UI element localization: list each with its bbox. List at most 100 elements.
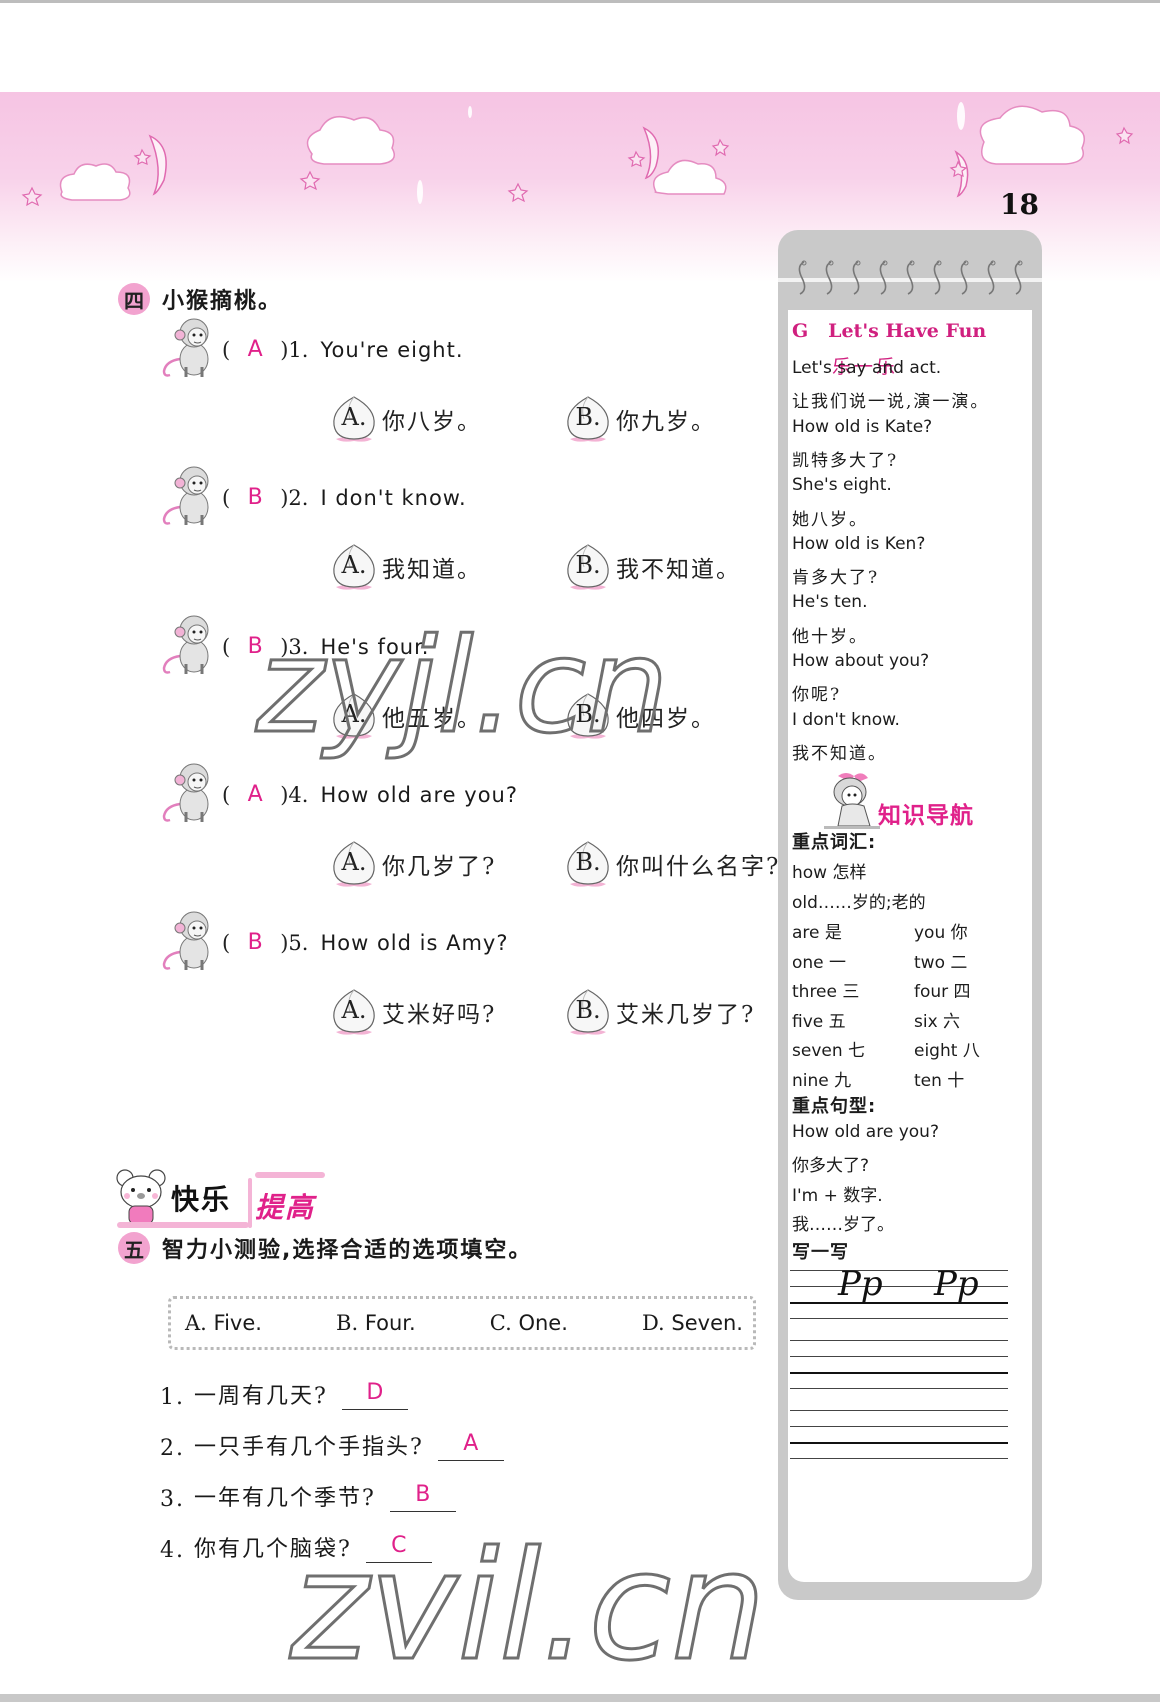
- question-row: (B) 2. I don't know.: [160, 463, 467, 532]
- option-letter: A.: [341, 848, 367, 876]
- option-a[interactable]: A. 我知道。: [328, 541, 482, 593]
- cloud-icon: [979, 105, 1085, 165]
- dialogue-line: He's ten.: [792, 592, 868, 613]
- heading-title: Let's Have Fun: [828, 320, 987, 342]
- vocab-item: seven 七: [792, 1041, 866, 1061]
- option-letter: B.: [575, 700, 601, 728]
- fill-item: 2. 一只手有几个手指头? A: [160, 1429, 504, 1461]
- option-a[interactable]: A. 你八岁。: [328, 393, 482, 445]
- option-letter: B.: [575, 403, 601, 431]
- answer-value[interactable]: B: [230, 634, 280, 659]
- vocab-item: five 五: [792, 1011, 846, 1032]
- spiral-ring-icon: [933, 260, 943, 296]
- handwriting-sample: Pp: [838, 1264, 883, 1304]
- monkey-icon: [160, 612, 222, 681]
- answer-blank[interactable]: D: [341, 1379, 408, 1410]
- vocab-item: are 是: [792, 923, 842, 943]
- option-b[interactable]: B. 你叫什么名字?: [562, 838, 780, 890]
- dialogue-translation: 让我们说一说,演一演。: [792, 392, 990, 413]
- spiral-ring-icon: [906, 260, 916, 296]
- open-paren: (: [222, 634, 231, 659]
- option-a[interactable]: A. 你几岁了?: [328, 838, 496, 890]
- monkey-icon: [160, 760, 222, 829]
- vocab-item: three 三: [792, 982, 860, 1002]
- answer-value[interactable]: B: [230, 930, 280, 955]
- answer-blank[interactable]: B: [389, 1481, 456, 1512]
- option-b[interactable]: B. 我不知道。: [562, 541, 741, 593]
- question-number: 3.: [288, 634, 309, 659]
- answer-value[interactable]: A: [230, 782, 280, 807]
- moon-icon: [642, 126, 659, 180]
- question-row: (A) 4. How old are you?: [160, 760, 518, 829]
- option-letter: B.: [575, 996, 601, 1024]
- open-paren: (: [222, 337, 231, 362]
- vocab-item: you 你: [914, 923, 968, 943]
- option-a[interactable]: A. 艾米好吗?: [328, 986, 496, 1038]
- option-text: 你九岁。: [616, 409, 716, 435]
- cloud-icon: [653, 159, 727, 195]
- section-title: 小猴摘桃。: [162, 289, 283, 314]
- sentence-heading: 重点句型:: [792, 1096, 877, 1117]
- question-number: 2.: [288, 485, 309, 510]
- vocab-item: eight 八: [914, 1041, 980, 1061]
- choice-item: C. One.: [489, 1311, 568, 1335]
- vocab-item: one 一: [792, 952, 847, 973]
- question-text: I don't know.: [320, 485, 467, 510]
- option-letter: A.: [341, 403, 367, 431]
- close-paren: ): [280, 634, 289, 659]
- spiral-ring-icon: [852, 260, 862, 296]
- peach-icon: B.: [562, 541, 614, 593]
- write-heading: 写一写: [792, 1242, 849, 1263]
- item-question: 一年有几个季节?: [194, 1486, 376, 1511]
- dialogue-line: How old is Kate?: [792, 416, 933, 437]
- close-paren: ): [280, 337, 289, 362]
- answer-value[interactable]: B: [230, 485, 280, 510]
- vocab-item: two 二: [914, 952, 968, 973]
- dialogue-translation: 你呢?: [792, 685, 842, 706]
- option-a[interactable]: A. 他五岁。: [328, 690, 482, 742]
- bottom-border: [0, 1694, 1160, 1702]
- vocab-item: six 六: [914, 1011, 961, 1032]
- option-text: 艾米几岁了?: [616, 1002, 756, 1028]
- dialogue-line: She's eight.: [792, 475, 892, 496]
- item-number: 2.: [160, 1436, 185, 1461]
- top-border: [0, 0, 1160, 3]
- choice-item: D. Seven.: [641, 1311, 743, 1335]
- item-number: 4.: [160, 1538, 185, 1563]
- sparkle-icon: [417, 180, 423, 204]
- peach-icon: B.: [562, 986, 614, 1038]
- option-text: 我不知道。: [616, 557, 741, 583]
- dialogue-translation: 肯多大了?: [792, 568, 880, 589]
- dialogue-line: Let's say and act.: [792, 358, 942, 378]
- heading-letter: G: [792, 320, 809, 342]
- dialogue-translation: 他十岁。: [792, 626, 868, 647]
- option-text: 你八岁。: [382, 409, 482, 435]
- peach-icon: B.: [562, 690, 614, 742]
- option-letter: B.: [575, 551, 601, 579]
- vocab-item: old……岁的;老的: [792, 893, 926, 913]
- sentence-pattern: How old are you?: [792, 1122, 939, 1142]
- peach-icon: A.: [328, 393, 380, 445]
- spiral-ring-icon: [960, 260, 970, 296]
- spiral-ring-icon: [879, 260, 889, 296]
- question-row: (B) 5. How old is Amy?: [160, 908, 508, 977]
- option-b[interactable]: B. 艾米几岁了?: [562, 986, 755, 1038]
- vocab-item: how 怎样: [792, 863, 867, 883]
- peach-icon: B.: [562, 838, 614, 890]
- peach-icon: A.: [328, 690, 380, 742]
- question-number: 5.: [288, 930, 309, 955]
- answer-blank[interactable]: C: [365, 1532, 432, 1563]
- vocab-item: nine 九: [792, 1070, 852, 1091]
- item-number: 1.: [160, 1385, 185, 1410]
- option-b[interactable]: B. 他四岁。: [562, 690, 716, 742]
- answer-value[interactable]: A: [230, 337, 280, 362]
- fill-item: 3. 一年有几个季节? B: [160, 1480, 456, 1512]
- handwriting-sample: Pp: [934, 1264, 979, 1304]
- dialogue-line: How old is Ken?: [792, 533, 926, 554]
- answer-blank[interactable]: A: [437, 1430, 504, 1461]
- option-text: 艾米好吗?: [382, 1002, 497, 1028]
- choice-item: A. Five.: [185, 1311, 262, 1335]
- happy-label: 快乐: [171, 1183, 232, 1216]
- option-letter: A.: [341, 700, 367, 728]
- option-b[interactable]: B. 你九岁。: [562, 393, 716, 445]
